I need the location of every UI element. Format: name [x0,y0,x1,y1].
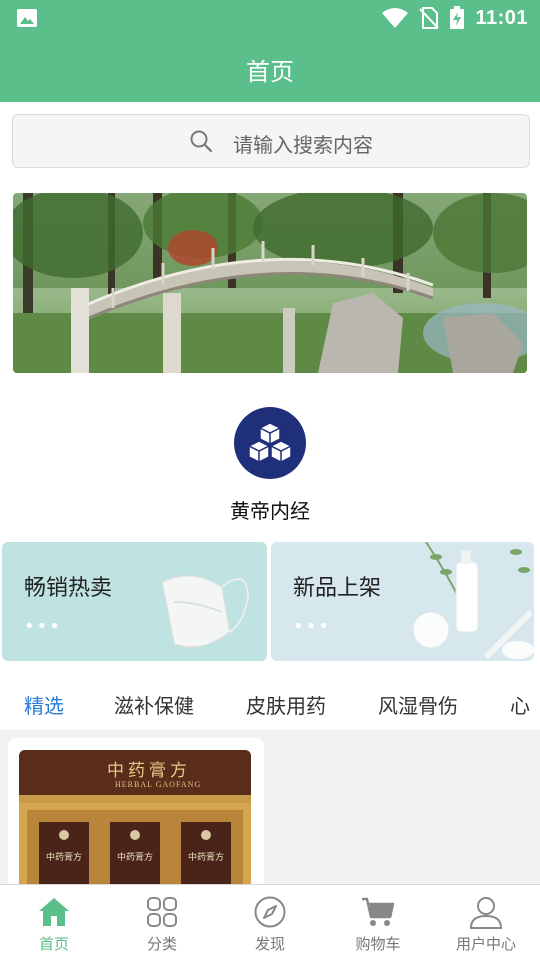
promo-dots: ••• [24,616,62,637]
battery-charging-icon [450,6,465,29]
tab-rheumatism[interactable]: 风湿骨伤 [378,690,458,719]
product-image: 中药膏方 HERBAL GAOFANG 中药膏方 中药膏方 中药膏方 [19,750,251,884]
category-huangdineijing[interactable]: 黄帝内经 [220,407,320,524]
status-bar: 11:01 [0,0,540,36]
search-input[interactable]: 请输入搜索内容 [12,114,530,168]
banner-image[interactable] [13,193,527,373]
cart-icon [362,897,395,926]
tab-skin-medicine[interactable]: 皮肤用药 [246,690,326,719]
promo-title: 新品上架 [293,576,382,601]
wifi-icon [382,8,409,28]
search-icon [190,130,213,153]
nav-category[interactable]: 分类 [108,885,216,960]
nav-label: 分类 [146,935,177,953]
promo-new-arrivals[interactable]: 新品上架 ••• [271,542,534,661]
user-icon [469,897,503,929]
home-icon [39,898,69,926]
promo-title: 畅销热卖 [24,576,113,601]
product-box-label: 中药膏方 [187,853,224,863]
nav-user-center[interactable]: 用户中心 [432,885,540,960]
nav-home[interactable]: 首页 [0,885,108,960]
product-image-title: 中药膏方 [107,761,191,781]
promo-bestsellers[interactable]: 畅销热卖 ••• [2,542,267,661]
promo-dots: ••• [293,616,331,637]
cubes-icon [234,407,306,479]
nav-label: 购物车 [355,935,401,953]
tab-nourishing[interactable]: 滋补保健 [114,690,194,719]
no-sim-icon [419,7,440,29]
tab-heart[interactable]: 心 [510,690,530,719]
nav-label: 首页 [38,935,69,953]
product-box-label: 中药膏方 [45,853,82,863]
nav-label: 用户中心 [455,935,516,953]
nav-cart[interactable]: 购物车 [324,885,432,960]
grid-icon [147,897,177,927]
bottom-nav: 首页 分类 发现 购物车 用户中心 [0,884,540,960]
category-tabs: 精选 滋补保健 皮肤用药 风湿骨伤 心 [0,676,540,730]
compass-icon [254,896,286,928]
status-time: 11:01 [475,6,528,29]
mask-image [161,574,250,648]
product-feed: 中药膏方 HERBAL GAOFANG 中药膏方 中药膏方 中药膏方 [0,730,540,884]
title-bar: 首页 [0,36,540,102]
product-image-subtitle: HERBAL GAOFANG [115,780,202,789]
nav-discover[interactable]: 发现 [216,885,324,960]
cosmetics-image [412,542,534,660]
category-label: 黄帝内经 [230,499,310,523]
nav-label: 发现 [254,935,285,953]
product-card[interactable]: 中药膏方 HERBAL GAOFANG 中药膏方 中药膏方 中药膏方 [8,738,264,884]
product-box-label: 中药膏方 [116,853,153,863]
page-title: 首页 [246,57,294,86]
search-placeholder: 请输入搜索内容 [233,133,373,157]
tab-featured[interactable]: 精选 [24,690,64,719]
image-icon [17,9,37,27]
